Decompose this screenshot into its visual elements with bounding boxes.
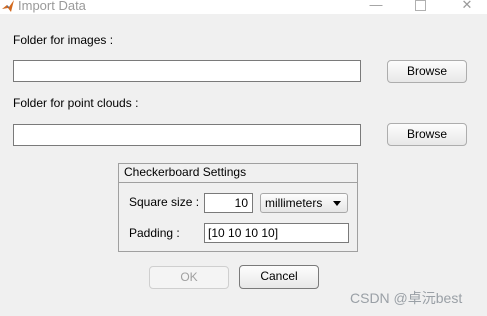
title-bar: Import Data — ✕	[0, 0, 487, 14]
browse-images-button[interactable]: Browse	[387, 60, 467, 83]
browse-point-clouds-button[interactable]: Browse	[387, 123, 467, 146]
units-dropdown[interactable]: millimeters	[260, 193, 348, 213]
cancel-button[interactable]: Cancel	[239, 265, 319, 289]
point-clouds-folder-input[interactable]	[13, 124, 361, 146]
point-clouds-folder-label: Folder for point clouds :	[13, 96, 139, 110]
square-size-input[interactable]: 10	[204, 193, 253, 213]
padding-input[interactable]: [10 10 10 10]	[204, 223, 349, 243]
images-folder-label: Folder for images :	[13, 33, 114, 47]
square-size-label: Square size :	[129, 195, 200, 209]
watermark-text: CSDN @卓沅best	[350, 290, 463, 306]
ok-button[interactable]: OK	[149, 266, 229, 289]
dropdown-arrow-icon	[333, 201, 341, 206]
maximize-button[interactable]	[400, 0, 440, 13]
padding-label: Padding :	[129, 226, 180, 240]
panel-title: Checkerboard Settings	[119, 164, 357, 183]
minimize-button[interactable]: —	[356, 0, 396, 13]
close-button[interactable]: ✕	[447, 0, 487, 13]
matlab-icon	[2, 0, 14, 12]
units-selected-value: millimeters	[265, 196, 323, 210]
maximize-icon	[414, 0, 426, 11]
checkerboard-settings-panel: Checkerboard Settings Square size : 10 m…	[118, 163, 358, 252]
images-folder-input[interactable]	[13, 60, 361, 82]
window-title: Import Data	[18, 0, 86, 13]
